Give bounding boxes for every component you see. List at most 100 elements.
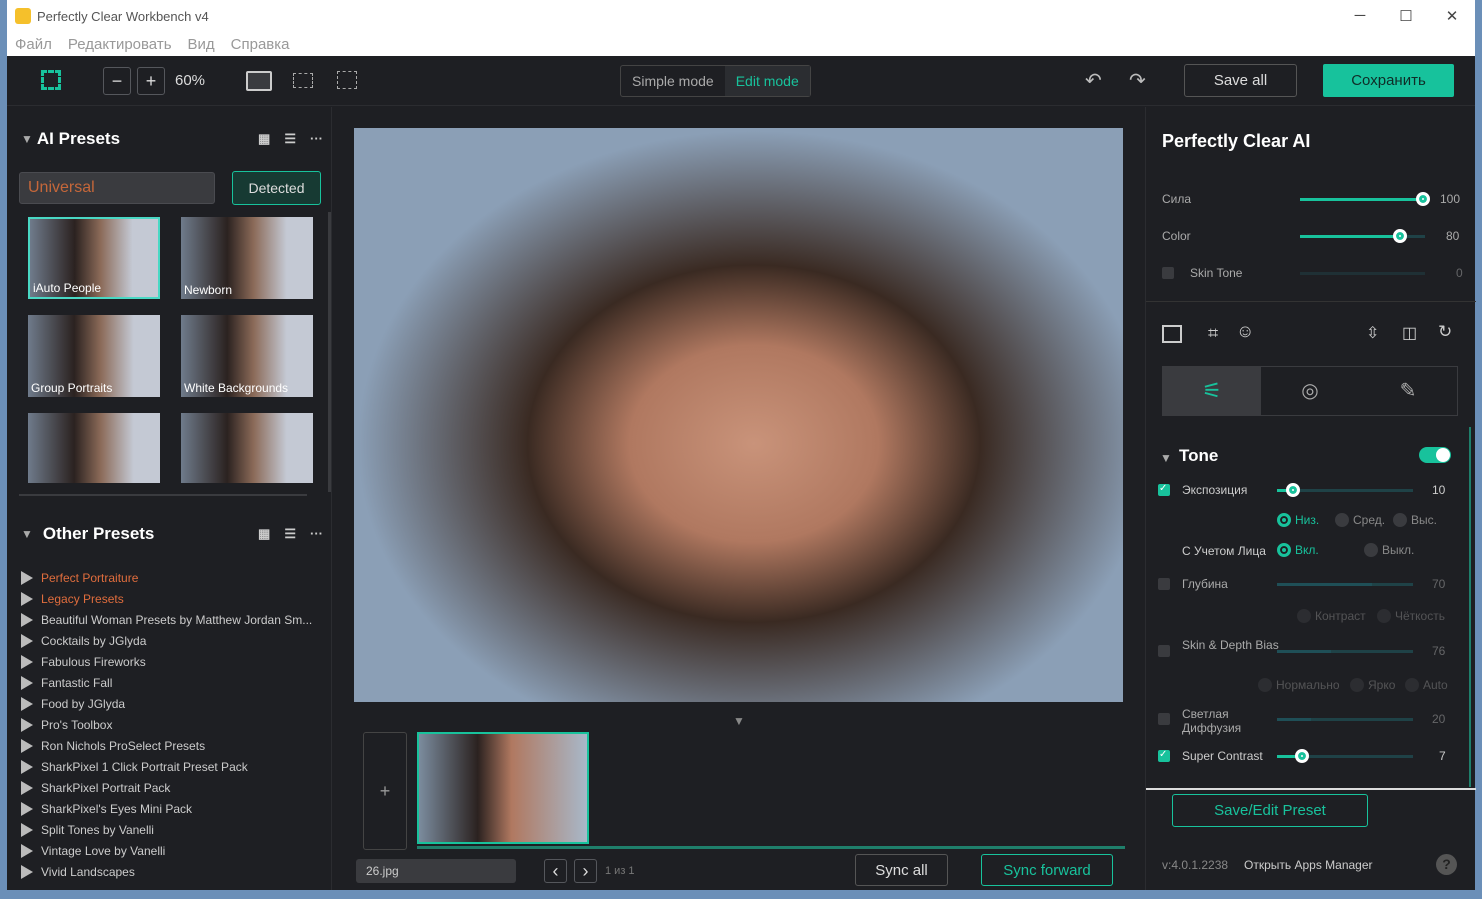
preset-thumb[interactable] — [181, 413, 313, 483]
maximize-button[interactable]: ☐ — [1383, 7, 1429, 25]
grid-view-icon[interactable]: ▦ — [258, 131, 270, 147]
bias-bright-radio[interactable]: Ярко — [1350, 678, 1395, 692]
exposure-low-radio[interactable]: Низ. — [1277, 513, 1319, 527]
skin-depth-slider[interactable] — [1277, 650, 1413, 653]
split-view-icon[interactable] — [293, 73, 313, 88]
preset-group-item[interactable]: Vivid Landscapes — [21, 861, 312, 882]
next-image-button[interactable]: › — [574, 859, 597, 883]
curves-icon[interactable] — [1162, 325, 1182, 343]
zoom-out-button[interactable]: − — [103, 67, 131, 95]
preset-thumb[interactable]: iAuto People — [28, 217, 160, 299]
preset-thumb[interactable]: White Backgrounds — [181, 315, 313, 397]
menu-view[interactable]: Вид — [188, 36, 215, 53]
preset-group-item[interactable]: Cocktails by JGlyda — [21, 630, 312, 651]
bias-auto-radio[interactable]: Auto — [1405, 678, 1448, 692]
tab-creative[interactable]: ✎ — [1359, 367, 1457, 415]
filmstrip-thumb[interactable] — [417, 732, 589, 844]
save-button[interactable]: Сохранить — [1323, 64, 1454, 97]
super-contrast-slider[interactable] — [1277, 749, 1413, 763]
preset-group-item[interactable]: Ron Nichols ProSelect Presets — [21, 735, 312, 756]
exposure-mid-radio[interactable]: Сред. — [1335, 513, 1385, 527]
list-view-icon[interactable]: ☰ — [284, 526, 296, 542]
preset-group-item[interactable]: SharkPixel's Eyes Mini Pack — [21, 798, 312, 819]
grid-view-icon[interactable]: ▦ — [258, 526, 270, 542]
preset-thumb[interactable] — [28, 413, 160, 483]
preset-thumb[interactable]: Newborn — [181, 217, 313, 299]
close-button[interactable]: ✕ — [1429, 7, 1475, 25]
menu-file[interactable]: Файл — [15, 36, 52, 53]
detected-button[interactable]: Detected — [232, 171, 321, 205]
preset-group-item[interactable]: Beautiful Woman Presets by Matthew Jorda… — [21, 609, 312, 630]
depth-clarity-radio[interactable]: Чёткость — [1377, 609, 1445, 623]
single-view-icon[interactable] — [246, 71, 272, 91]
zoom-in-button[interactable]: + — [137, 67, 165, 95]
face-off-radio[interactable]: Выкл. — [1364, 543, 1414, 557]
collapse-icon[interactable]: ▼ — [1160, 451, 1172, 465]
scrollbar[interactable] — [328, 212, 331, 492]
expand-filmstrip-icon[interactable]: ▼ — [733, 714, 745, 728]
menu-help[interactable]: Справка — [231, 36, 290, 53]
flip-horizontal-icon[interactable]: ◫ — [1402, 323, 1417, 343]
preset-group-item[interactable]: Vintage Love by Vanelli — [21, 840, 312, 861]
file-select[interactable]: 26.jpg — [356, 859, 516, 883]
preset-thumb[interactable]: Group Portraits — [28, 315, 160, 397]
preset-category-select[interactable]: Universal — [19, 172, 215, 204]
ai-presets-header[interactable]: ▼ AI Presets ▦ ☰ ··· — [7, 124, 331, 154]
more-icon[interactable]: ··· — [310, 526, 323, 542]
preset-group-item[interactable]: SharkPixel Portrait Pack — [21, 777, 312, 798]
sync-forward-button[interactable]: Sync forward — [981, 854, 1113, 886]
tone-toggle[interactable] — [1419, 447, 1451, 463]
photo-canvas[interactable] — [354, 128, 1123, 702]
light-diffusion-checkbox[interactable] — [1158, 713, 1170, 725]
undo-icon[interactable]: ↶ — [1085, 68, 1102, 93]
super-contrast-checkbox[interactable] — [1158, 749, 1170, 762]
simple-mode-tab[interactable]: Simple mode — [621, 66, 725, 96]
bias-normal-radio[interactable]: Нормально — [1258, 678, 1340, 692]
minimize-button[interactable]: ─ — [1337, 7, 1383, 25]
depth-checkbox[interactable] — [1158, 578, 1170, 590]
save-all-button[interactable]: Save all — [1184, 64, 1297, 97]
tab-color[interactable]: ◎ — [1261, 367, 1359, 415]
skin-depth-checkbox[interactable] — [1158, 645, 1170, 657]
depth-slider[interactable] — [1277, 583, 1413, 586]
add-image-button[interactable]: + — [363, 732, 407, 850]
preset-group-item[interactable]: Fabulous Fireworks — [21, 651, 312, 672]
preset-group-item[interactable]: Perfect Portraiture — [21, 567, 312, 588]
apps-manager-link[interactable]: Открыть Apps Manager — [1244, 858, 1373, 872]
flip-vertical-icon[interactable]: ⇳ — [1366, 323, 1379, 343]
face-icon[interactable]: ☺ — [1236, 321, 1254, 342]
tab-adjustments[interactable]: ⚟ — [1163, 367, 1261, 415]
sync-all-button[interactable]: Sync all — [855, 854, 948, 886]
preset-group-item[interactable]: SharkPixel 1 Click Portrait Preset Pack — [21, 756, 312, 777]
preset-group-item[interactable]: Fantastic Fall — [21, 672, 312, 693]
skin-tone-checkbox[interactable] — [1162, 267, 1174, 279]
exposure-high-radio[interactable]: Выс. — [1393, 513, 1437, 527]
filmstrip-scrollbar[interactable] — [417, 846, 1125, 849]
crop-tool-icon[interactable]: ⌗ — [1208, 323, 1218, 344]
depth-contrast-radio[interactable]: Контраст — [1297, 609, 1366, 623]
light-diffusion-slider[interactable] — [1277, 718, 1413, 721]
fit-screen-icon[interactable] — [41, 70, 61, 90]
redo-icon[interactable]: ↷ — [1129, 68, 1146, 93]
scrollbar[interactable] — [1469, 427, 1471, 787]
help-icon[interactable]: ? — [1436, 854, 1457, 875]
exposure-slider[interactable] — [1277, 483, 1413, 497]
exposure-checkbox[interactable] — [1158, 483, 1170, 496]
more-icon[interactable]: ··· — [310, 131, 323, 147]
other-presets-header[interactable]: ▼ Other Presets ▦ ☰ ··· — [7, 519, 331, 549]
skin-tone-slider[interactable] — [1300, 272, 1425, 275]
list-view-icon[interactable]: ☰ — [284, 131, 296, 147]
preset-group-item[interactable]: Food by JGlyda — [21, 693, 312, 714]
strength-slider[interactable] — [1300, 192, 1430, 206]
edit-mode-tab[interactable]: Edit mode — [724, 66, 810, 96]
menu-edit[interactable]: Редактировать — [68, 36, 172, 53]
save-edit-preset-button[interactable]: Save/Edit Preset — [1172, 794, 1368, 827]
compare-view-icon[interactable] — [337, 71, 357, 89]
preset-group-item[interactable]: Split Tones by Vanelli — [21, 819, 312, 840]
rotate-icon[interactable]: ↻ — [1438, 322, 1452, 342]
prev-image-button[interactable]: ‹ — [544, 859, 567, 883]
preset-group-item[interactable]: Pro's Toolbox — [21, 714, 312, 735]
face-on-radio[interactable]: Вкл. — [1277, 543, 1319, 557]
color-slider[interactable] — [1300, 229, 1425, 243]
preset-group-item[interactable]: Legacy Presets — [21, 588, 312, 609]
